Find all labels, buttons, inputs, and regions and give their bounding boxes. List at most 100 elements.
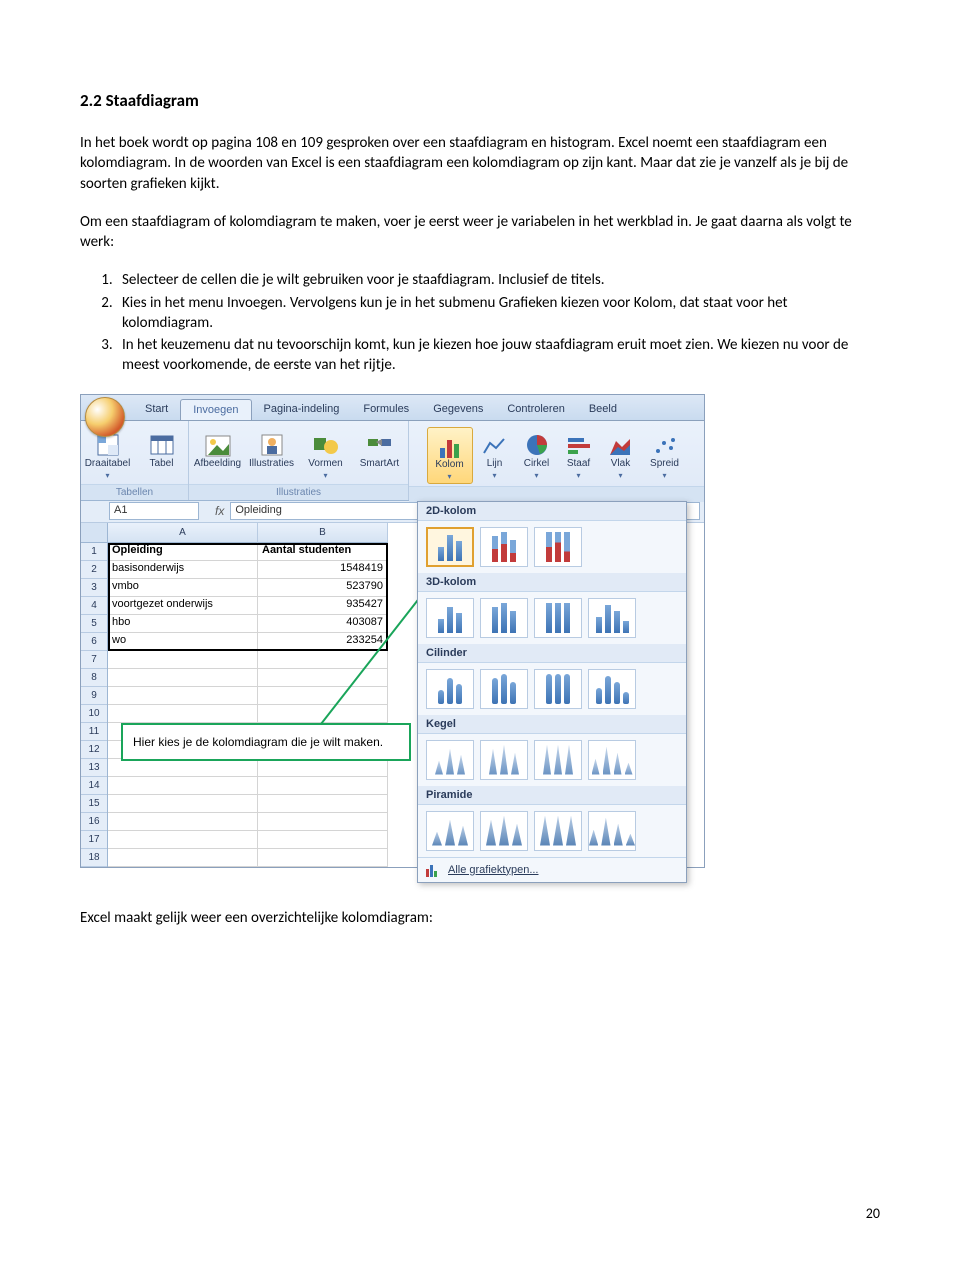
tab-formules[interactable]: Formules bbox=[351, 399, 421, 420]
row-header[interactable]: 18 bbox=[81, 849, 107, 867]
chart-thumb[interactable] bbox=[426, 669, 474, 709]
cell[interactable]: vmbo bbox=[108, 579, 258, 597]
cell[interactable] bbox=[258, 831, 388, 849]
row-header[interactable]: 12 bbox=[81, 741, 107, 759]
chevron-down-icon: ▾ bbox=[447, 472, 451, 481]
row-header[interactable]: 4 bbox=[81, 597, 107, 615]
btn-tabel[interactable]: Tabel bbox=[136, 427, 188, 471]
chart-thumb[interactable] bbox=[480, 598, 528, 638]
shapes-icon bbox=[312, 429, 340, 457]
chart-thumb[interactable] bbox=[534, 598, 582, 638]
cell[interactable] bbox=[108, 759, 258, 777]
cell[interactable] bbox=[108, 705, 258, 723]
row-header[interactable]: 15 bbox=[81, 795, 107, 813]
chart-thumb-2d-100stacked[interactable] bbox=[534, 527, 582, 567]
office-button[interactable] bbox=[85, 397, 125, 437]
chart-thumb[interactable] bbox=[534, 740, 582, 780]
btn-lijn[interactable]: Lijn ▾ bbox=[475, 427, 515, 482]
btn-illustraties[interactable]: Illustraties bbox=[246, 427, 298, 471]
ribbon-group-grafieken: Kolom ▾ Lijn ▾ Cirkel bbox=[409, 421, 704, 500]
row-header[interactable]: 10 bbox=[81, 705, 107, 723]
chart-thumb[interactable] bbox=[426, 811, 474, 851]
row-header[interactable]: 1 bbox=[81, 543, 107, 561]
chart-thumb[interactable] bbox=[426, 740, 474, 780]
column-header[interactable]: B bbox=[258, 523, 388, 543]
row-header[interactable]: 8 bbox=[81, 669, 107, 687]
cell[interactable] bbox=[108, 651, 258, 669]
tab-beeld[interactable]: Beeld bbox=[577, 399, 629, 420]
row-header[interactable]: 9 bbox=[81, 687, 107, 705]
chart-thumb-2d-stacked[interactable] bbox=[480, 527, 528, 567]
btn-kolom[interactable]: Kolom ▾ bbox=[427, 427, 473, 484]
cell[interactable] bbox=[108, 813, 258, 831]
ribbon-body: Draaitabel ▾ Tabel Tabellen bbox=[81, 421, 704, 501]
cell[interactable] bbox=[108, 777, 258, 795]
tab-start[interactable]: Start bbox=[133, 399, 180, 420]
submenu-section-2d: 2D-kolom bbox=[418, 502, 686, 521]
row-header[interactable]: 7 bbox=[81, 651, 107, 669]
cell[interactable] bbox=[258, 777, 388, 795]
cell[interactable]: hbo bbox=[108, 615, 258, 633]
cell[interactable] bbox=[108, 849, 258, 867]
btn-afbeelding[interactable]: Afbeelding bbox=[192, 427, 244, 471]
chevron-down-icon: ▾ bbox=[576, 471, 580, 480]
cell[interactable] bbox=[258, 687, 388, 705]
cell[interactable] bbox=[108, 669, 258, 687]
row-header[interactable]: 5 bbox=[81, 615, 107, 633]
cell[interactable]: wo bbox=[108, 633, 258, 651]
chart-thumb[interactable] bbox=[588, 598, 636, 638]
submenu-all-types[interactable]: Alle grafiektypen... bbox=[418, 857, 686, 882]
row-header[interactable]: 6 bbox=[81, 633, 107, 651]
chart-thumb[interactable] bbox=[588, 811, 636, 851]
paragraph-intro-1: In het boek wordt op pagina 108 en 109 g… bbox=[80, 133, 880, 194]
row-header[interactable]: 17 bbox=[81, 831, 107, 849]
tab-controleren[interactable]: Controleren bbox=[495, 399, 576, 420]
chart-thumb[interactable] bbox=[534, 669, 582, 709]
chart-thumb[interactable] bbox=[426, 598, 474, 638]
btn-cirkel[interactable]: Cirkel ▾ bbox=[517, 427, 557, 482]
cell[interactable]: basisonderwijs bbox=[108, 561, 258, 579]
row-header[interactable]: 13 bbox=[81, 759, 107, 777]
row-header[interactable]: 11 bbox=[81, 723, 107, 741]
cell[interactable]: Opleiding bbox=[108, 543, 258, 561]
cell[interactable]: 403087 bbox=[258, 615, 388, 633]
cell[interactable]: Aantal studenten bbox=[258, 543, 388, 561]
btn-vlak[interactable]: Vlak ▾ bbox=[601, 427, 641, 482]
cell[interactable] bbox=[108, 795, 258, 813]
cell[interactable]: 935427 bbox=[258, 597, 388, 615]
cell[interactable] bbox=[258, 849, 388, 867]
chart-thumb[interactable] bbox=[588, 669, 636, 709]
tab-gegevens[interactable]: Gegevens bbox=[421, 399, 495, 420]
chart-thumb[interactable] bbox=[480, 811, 528, 851]
chart-thumb[interactable] bbox=[480, 740, 528, 780]
cell[interactable] bbox=[108, 831, 258, 849]
row-header[interactable]: 16 bbox=[81, 813, 107, 831]
cell[interactable] bbox=[258, 669, 388, 687]
chart-thumb[interactable] bbox=[480, 669, 528, 709]
fx-icon[interactable]: fx bbox=[215, 504, 224, 518]
btn-smartart[interactable]: SmartArt bbox=[354, 427, 406, 471]
btn-vormen[interactable]: Vormen ▾ bbox=[300, 427, 352, 482]
chart-thumb-2d-clustered[interactable] bbox=[426, 527, 474, 567]
row-header[interactable]: 3 bbox=[81, 579, 107, 597]
chart-thumb[interactable] bbox=[588, 740, 636, 780]
cell[interactable] bbox=[108, 687, 258, 705]
cell[interactable] bbox=[258, 813, 388, 831]
chart-thumb[interactable] bbox=[534, 811, 582, 851]
cell[interactable]: voortgezet onderwijs bbox=[108, 597, 258, 615]
row-header[interactable]: 2 bbox=[81, 561, 107, 579]
btn-spreid[interactable]: Spreid ▾ bbox=[643, 427, 687, 482]
cell[interactable]: 1548419 bbox=[258, 561, 388, 579]
select-all-corner[interactable] bbox=[81, 523, 107, 543]
name-box[interactable]: A1 bbox=[109, 502, 199, 520]
tab-pagina-indeling[interactable]: Pagina-indeling bbox=[252, 399, 352, 420]
cell[interactable]: 523790 bbox=[258, 579, 388, 597]
cell[interactable]: 233254 bbox=[258, 633, 388, 651]
instruction-item: Kies in het menu Invoegen. Vervolgens ku… bbox=[116, 293, 880, 334]
tab-invoegen[interactable]: Invoegen bbox=[180, 399, 251, 420]
row-header[interactable]: 14 bbox=[81, 777, 107, 795]
cell[interactable] bbox=[258, 759, 388, 777]
cell[interactable] bbox=[258, 795, 388, 813]
column-header[interactable]: A bbox=[108, 523, 258, 543]
btn-staaf[interactable]: Staaf ▾ bbox=[559, 427, 599, 482]
